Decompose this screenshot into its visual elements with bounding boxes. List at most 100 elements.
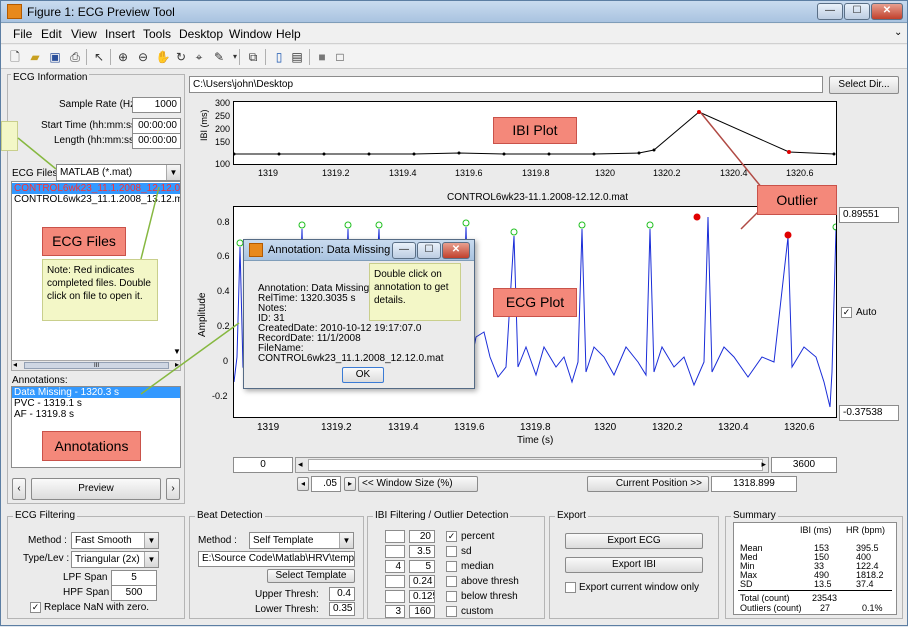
scroll-thumb[interactable]: III bbox=[24, 362, 169, 369]
maximize-button[interactable]: ☐ bbox=[844, 3, 870, 20]
next-file-button[interactable]: › bbox=[166, 478, 180, 500]
dialog-minimize-button[interactable]: — bbox=[392, 242, 416, 259]
ibi-filter-param-a[interactable] bbox=[385, 575, 405, 588]
start-time-input[interactable]: 00:00:00 bbox=[132, 118, 181, 134]
ibi-filter-param-b[interactable]: 5 bbox=[409, 560, 435, 573]
dialog-maximize-button[interactable]: ☐ bbox=[417, 242, 441, 259]
window-size-button[interactable]: << Window Size (%) bbox=[358, 476, 478, 492]
hpf-span-input[interactable]: 500 bbox=[111, 585, 157, 601]
auto-scale-checkbox[interactable]: ✓ bbox=[841, 307, 852, 318]
export-ecg-button[interactable]: Export ECG bbox=[565, 533, 703, 549]
window-size-decrease-button[interactable]: ◂ bbox=[297, 477, 309, 491]
ibi-filter-param-a[interactable]: 3 bbox=[385, 605, 405, 618]
preview-button[interactable]: Preview bbox=[31, 478, 161, 500]
menu-file[interactable]: File bbox=[13, 27, 32, 41]
ecg-ymin-input[interactable]: -0.37538 bbox=[839, 405, 899, 421]
menu-desktop[interactable]: Desktop bbox=[179, 27, 223, 41]
window-start-input[interactable]: 0 bbox=[233, 457, 293, 473]
window-size-input[interactable]: .05 bbox=[311, 476, 341, 492]
filter-method-select[interactable]: Fast Smooth ▼ bbox=[71, 532, 159, 549]
export-current-window-checkbox[interactable] bbox=[565, 582, 576, 593]
list-item[interactable]: PVC - 1319.1 s bbox=[12, 398, 180, 409]
menu-view[interactable]: View bbox=[71, 27, 97, 41]
filter-type-select[interactable]: Triangular (2x) ▼ bbox=[71, 551, 159, 568]
current-position-input[interactable]: 1318.899 bbox=[711, 476, 797, 492]
brush-icon[interactable]: ✎ bbox=[211, 49, 227, 65]
list-item[interactable]: CONTROL6wk23_11.1.2008_12.12.0.m bbox=[12, 183, 180, 194]
menu-tools[interactable]: Tools bbox=[143, 27, 171, 41]
ibi-filter-checkbox[interactable] bbox=[446, 606, 457, 617]
zoom-out-icon[interactable]: ⊖ bbox=[135, 49, 151, 65]
position-slider[interactable]: ◂ ▸ bbox=[295, 457, 769, 473]
current-position-button[interactable]: Current Position >> bbox=[587, 476, 709, 492]
minimize-button[interactable]: — bbox=[817, 3, 843, 20]
window-size-increase-button[interactable]: ▸ bbox=[344, 477, 356, 491]
pointer-icon[interactable]: ↖ bbox=[91, 49, 107, 65]
list-item[interactable]: CONTROL6wk23_11.1.2008_13.12.m bbox=[12, 194, 180, 205]
ibi-filter-checkbox[interactable] bbox=[446, 546, 457, 557]
ibi-filter-param-b[interactable]: 3.5 bbox=[409, 545, 435, 558]
ibi-filter-checkbox[interactable] bbox=[446, 561, 457, 572]
save-icon[interactable]: ▣ bbox=[47, 49, 63, 65]
ibi-filter-param-b[interactable]: 0.24 bbox=[409, 575, 435, 588]
link-plot-icon[interactable]: ⧉ bbox=[245, 49, 261, 65]
upper-thresh-input[interactable]: 0.4 bbox=[329, 587, 355, 601]
new-file-icon[interactable]: 🗋 bbox=[7, 49, 23, 65]
list-item[interactable]: Data Missing - 1320.3 s bbox=[12, 387, 180, 398]
pan-icon[interactable]: ✋ bbox=[155, 49, 171, 65]
file-type-select[interactable]: MATLAB (*.mat) ▼ bbox=[56, 164, 181, 181]
scroll-down-icon[interactable]: ▼ bbox=[173, 347, 181, 356]
dialog-ok-button[interactable]: OK bbox=[342, 367, 384, 383]
slider-right-icon[interactable]: ▸ bbox=[761, 459, 766, 470]
files-horizontal-scrollbar[interactable]: ◂ III ▸ bbox=[11, 360, 181, 371]
legend-icon[interactable]: ▤ bbox=[289, 49, 305, 65]
colorbar-icon[interactable]: ▯ bbox=[271, 49, 287, 65]
window-end-input[interactable]: 3600 bbox=[771, 457, 837, 473]
hide-tools-icon[interactable]: ■ bbox=[314, 49, 330, 65]
ibi-filter-param-b[interactable]: 160 bbox=[409, 605, 435, 618]
lpf-span-input[interactable]: 5 bbox=[111, 570, 157, 586]
rotate-icon[interactable]: ↻ bbox=[173, 49, 189, 65]
export-ibi-button[interactable]: Export IBI bbox=[565, 557, 703, 573]
ibi-filter-param-b[interactable]: 20 bbox=[409, 530, 435, 543]
replace-nan-checkbox[interactable]: ✓ bbox=[30, 602, 41, 613]
sample-rate-input[interactable]: 1000 bbox=[132, 97, 181, 113]
data-cursor-icon[interactable]: ⌖ bbox=[191, 49, 207, 65]
list-item[interactable]: AF - 1319.8 s bbox=[12, 409, 180, 420]
ecg-ymax-input[interactable]: 0.89551 bbox=[839, 207, 899, 223]
menu-collapse-icon[interactable]: ⌄ bbox=[894, 27, 902, 38]
menu-window[interactable]: Window bbox=[229, 27, 272, 41]
directory-path-input[interactable]: C:\Users\john\Desktop bbox=[189, 76, 823, 93]
ecg-x-tick: 1320 bbox=[594, 422, 617, 433]
ibi-y-tick: 200 bbox=[215, 124, 231, 134]
ibi-filter-checkbox[interactable] bbox=[446, 576, 457, 587]
ibi-filter-param-a[interactable] bbox=[385, 545, 405, 558]
slider-left-icon[interactable]: ◂ bbox=[298, 459, 303, 470]
ibi-filter-checkbox[interactable] bbox=[446, 591, 457, 602]
beat-method-select[interactable]: Self Template ▼ bbox=[249, 532, 354, 549]
brush-dropdown-icon[interactable]: ▾ bbox=[227, 49, 243, 65]
length-input[interactable]: 00:00:00 bbox=[132, 133, 181, 149]
slider-track[interactable] bbox=[308, 459, 763, 471]
menu-help[interactable]: Help bbox=[276, 27, 301, 41]
close-button[interactable]: ✕ bbox=[871, 3, 903, 20]
ibi-filter-param-a[interactable] bbox=[385, 530, 405, 543]
menu-insert[interactable]: Insert bbox=[105, 27, 135, 41]
ibi-filter-param-b[interactable]: 0.125 bbox=[409, 590, 435, 603]
template-path-input[interactable]: E:\Source Code\Matlab\HRV\templates\ bbox=[198, 551, 355, 567]
ibi-filter-checkbox[interactable]: ✓ bbox=[446, 531, 457, 542]
ibi-filter-param-a[interactable]: 4 bbox=[385, 560, 405, 573]
show-tools-icon[interactable]: □ bbox=[332, 49, 348, 65]
scroll-right-icon[interactable]: ▸ bbox=[175, 360, 179, 369]
zoom-in-icon[interactable]: ⊕ bbox=[115, 49, 131, 65]
select-directory-button[interactable]: Select Dir... bbox=[829, 76, 899, 94]
dialog-close-button[interactable]: ✕ bbox=[442, 242, 470, 259]
lower-thresh-input[interactable]: 0.35 bbox=[329, 602, 355, 616]
print-icon[interactable]: ⎙ bbox=[67, 49, 83, 65]
select-template-button[interactable]: Select Template bbox=[267, 569, 355, 583]
previous-file-button[interactable]: ‹ bbox=[12, 478, 26, 500]
open-folder-icon[interactable]: ▰ bbox=[27, 49, 43, 65]
ibi-filter-param-a[interactable] bbox=[385, 590, 405, 603]
menu-edit[interactable]: Edit bbox=[41, 27, 62, 41]
scroll-left-icon[interactable]: ◂ bbox=[13, 360, 17, 369]
